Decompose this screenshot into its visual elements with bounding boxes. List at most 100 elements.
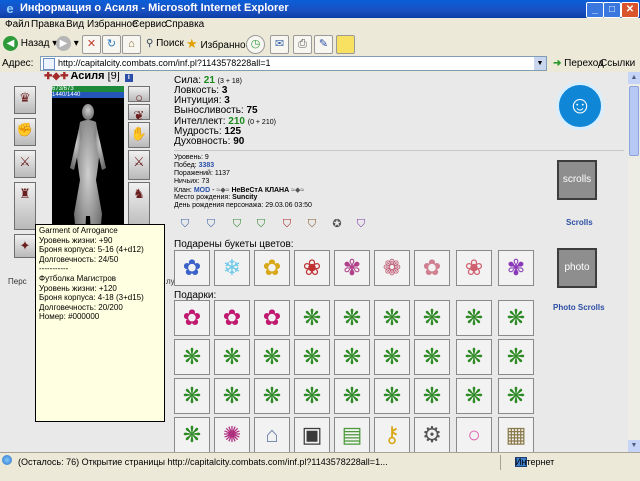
- amulet-slot[interactable]: ❦: [128, 104, 150, 123]
- badge-icon[interactable]: ⛉: [204, 216, 218, 232]
- gift-item[interactable]: ❋: [294, 378, 330, 414]
- helmet-slot[interactable]: ♛: [14, 86, 36, 114]
- gift-item[interactable]: ❋: [498, 300, 534, 336]
- badge-icon[interactable]: ⛉: [178, 216, 192, 232]
- gift-item[interactable]: ❋: [374, 339, 410, 375]
- gift-item[interactable]: ❋: [456, 300, 492, 336]
- gift-item[interactable]: ❋: [214, 378, 250, 414]
- legs-slot[interactable]: ♞: [128, 182, 150, 230]
- print-icon[interactable]: ⎙: [293, 35, 312, 54]
- scroll-up-icon[interactable]: ▲: [628, 72, 640, 84]
- gift-item[interactable]: ▣: [294, 417, 330, 452]
- gift-item[interactable]: ❋: [456, 339, 492, 375]
- scrolls-label[interactable]: Scrolls: [566, 218, 593, 227]
- gift-item[interactable]: ✿: [254, 300, 290, 336]
- gift-item[interactable]: ❋: [414, 300, 450, 336]
- badge-icon[interactable]: ⛉: [230, 216, 244, 232]
- bouquet-item[interactable]: ✿: [414, 250, 450, 286]
- bouquet-item[interactable]: ❀: [294, 250, 330, 286]
- badge-icon[interactable]: ⛉: [254, 216, 268, 232]
- address-label: Адрес:: [2, 58, 34, 69]
- menu-file[interactable]: Файл: [5, 19, 30, 30]
- search-button[interactable]: ⚲ Поиск: [146, 35, 184, 52]
- history-icon[interactable]: ◷: [246, 35, 265, 54]
- shield-slot[interactable]: ⚔: [128, 150, 150, 180]
- bouquet-item[interactable]: ❄: [214, 250, 250, 286]
- gloves-slot[interactable]: ✋: [128, 122, 150, 148]
- gift-item[interactable]: ❋: [374, 300, 410, 336]
- bouquet-item[interactable]: ❀: [456, 250, 492, 286]
- belt-slot[interactable]: ✦: [14, 234, 36, 258]
- badge-icon[interactable]: ✪: [330, 216, 344, 232]
- favorites-button[interactable]: ★ Избранное: [186, 35, 251, 52]
- gift-item[interactable]: ❋: [214, 339, 250, 375]
- gift-item[interactable]: ❋: [334, 300, 370, 336]
- gift-item[interactable]: ⌂: [254, 417, 290, 452]
- bracers-slot[interactable]: ✊: [14, 118, 36, 146]
- maximize-button[interactable]: □: [603, 2, 621, 18]
- profile-head-icon[interactable]: ☺: [556, 82, 604, 130]
- bouquet-item[interactable]: ❁: [374, 250, 410, 286]
- gift-item[interactable]: ▤: [334, 417, 370, 452]
- scroll-thumb[interactable]: [629, 86, 639, 156]
- menu-edit[interactable]: Правка: [31, 19, 65, 30]
- gift-item[interactable]: ❋: [174, 339, 210, 375]
- gift-item[interactable]: ❋: [254, 378, 290, 414]
- bouquet-item[interactable]: ✾: [498, 250, 534, 286]
- bouquet-item[interactable]: ✾: [334, 250, 370, 286]
- menu-help[interactable]: Справка: [165, 19, 204, 30]
- gift-item[interactable]: ❋: [334, 339, 370, 375]
- menu-view[interactable]: Вид: [66, 19, 84, 30]
- info-icon[interactable]: i: [124, 74, 133, 82]
- gift-item[interactable]: ✿: [174, 300, 210, 336]
- close-button[interactable]: ✕: [621, 2, 639, 18]
- gift-item[interactable]: ❋: [456, 378, 492, 414]
- mail-icon[interactable]: ✉: [270, 35, 289, 54]
- go-button[interactable]: ➜ Переход: [553, 58, 604, 69]
- vertical-scrollbar[interactable]: ▲ ▼: [628, 72, 640, 452]
- gift-item[interactable]: ❋: [174, 417, 210, 452]
- gift-item[interactable]: ❋: [374, 378, 410, 414]
- gift-item[interactable]: ▦: [498, 417, 534, 452]
- bouquet-item[interactable]: ✿: [254, 250, 290, 286]
- gift-item[interactable]: ❋: [174, 378, 210, 414]
- badge-icon[interactable]: ⛉: [305, 216, 319, 232]
- clan-role-link[interactable]: MOD: [194, 187, 210, 194]
- back-button[interactable]: ◀ Назад ▾: [3, 35, 57, 52]
- tooltip-line: Броня корпуса: 5-16 (4+d12): [39, 245, 144, 255]
- stop-icon[interactable]: ✕: [82, 35, 101, 54]
- badge-icon[interactable]: ⛉: [354, 216, 368, 232]
- minimize-button[interactable]: _: [586, 2, 604, 18]
- gift-item[interactable]: ❋: [498, 378, 534, 414]
- menu-tools[interactable]: Сервис: [132, 19, 166, 30]
- address-input[interactable]: http://capitalcity.combats.com/inf.pl?11…: [40, 56, 547, 71]
- weapon-slot[interactable]: ⚔: [14, 150, 36, 178]
- gift-item[interactable]: ❋: [414, 339, 450, 375]
- gift-item[interactable]: ❋: [254, 339, 290, 375]
- menu-favorites[interactable]: Избранное: [87, 19, 138, 30]
- note-icon[interactable]: [336, 35, 355, 54]
- refresh-icon[interactable]: ↻: [102, 35, 121, 54]
- photo-scrolls-button[interactable]: photo: [557, 248, 597, 288]
- home-icon[interactable]: ⌂: [122, 35, 141, 54]
- scroll-down-icon[interactable]: ▼: [628, 440, 640, 452]
- gift-item[interactable]: ❋: [414, 378, 450, 414]
- photo-scrolls-label[interactable]: Photo Scrolls: [553, 303, 605, 312]
- edit-icon[interactable]: ✎: [314, 35, 333, 54]
- badge-icon[interactable]: ⛉: [280, 216, 294, 232]
- armor-slot[interactable]: ♜: [14, 182, 36, 230]
- gift-item[interactable]: ○: [456, 417, 492, 452]
- forward-button[interactable]: ▶ ▾: [56, 35, 79, 52]
- gift-item[interactable]: ❋: [294, 300, 330, 336]
- gift-item[interactable]: ⚙: [414, 417, 450, 452]
- gift-item[interactable]: ❋: [294, 339, 330, 375]
- bouquet-item[interactable]: ✿: [174, 250, 210, 286]
- gift-item[interactable]: ✺: [214, 417, 250, 452]
- gift-item[interactable]: ❋: [334, 378, 370, 414]
- gift-item[interactable]: ⚷: [374, 417, 410, 452]
- scrolls-button[interactable]: scrolls: [557, 160, 597, 200]
- ring-slot[interactable]: ○: [128, 86, 150, 105]
- gift-item[interactable]: ✿: [214, 300, 250, 336]
- address-dropdown-icon[interactable]: ▼: [534, 57, 546, 70]
- gift-item[interactable]: ❋: [498, 339, 534, 375]
